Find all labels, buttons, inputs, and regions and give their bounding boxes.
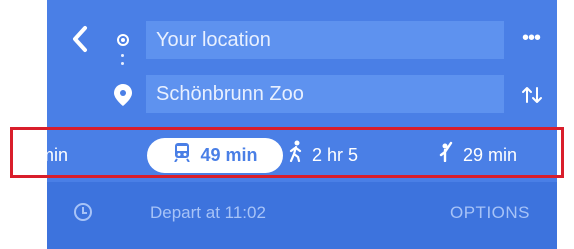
- directions-screen: Your location Schönbrunn Zoo ••• 29 min …: [0, 0, 574, 249]
- options-button[interactable]: OPTIONS: [450, 202, 530, 224]
- swap-locations-button[interactable]: [520, 83, 544, 107]
- route-dots-icon: [121, 54, 124, 74]
- origin-marker-icon: [117, 34, 129, 46]
- clock-icon: [74, 203, 92, 221]
- more-options-button[interactable]: •••: [518, 28, 544, 48]
- origin-input[interactable]: Your location: [146, 21, 504, 59]
- swap-arrows-icon: [522, 87, 542, 103]
- back-button[interactable]: [70, 24, 98, 54]
- destination-input[interactable]: Schönbrunn Zoo: [146, 75, 504, 113]
- travel-mode-highlight: [10, 127, 564, 178]
- depart-time-button[interactable]: Depart at 11:02: [150, 202, 266, 224]
- chevron-left-icon: [73, 26, 87, 52]
- destination-pin-icon: [114, 84, 132, 106]
